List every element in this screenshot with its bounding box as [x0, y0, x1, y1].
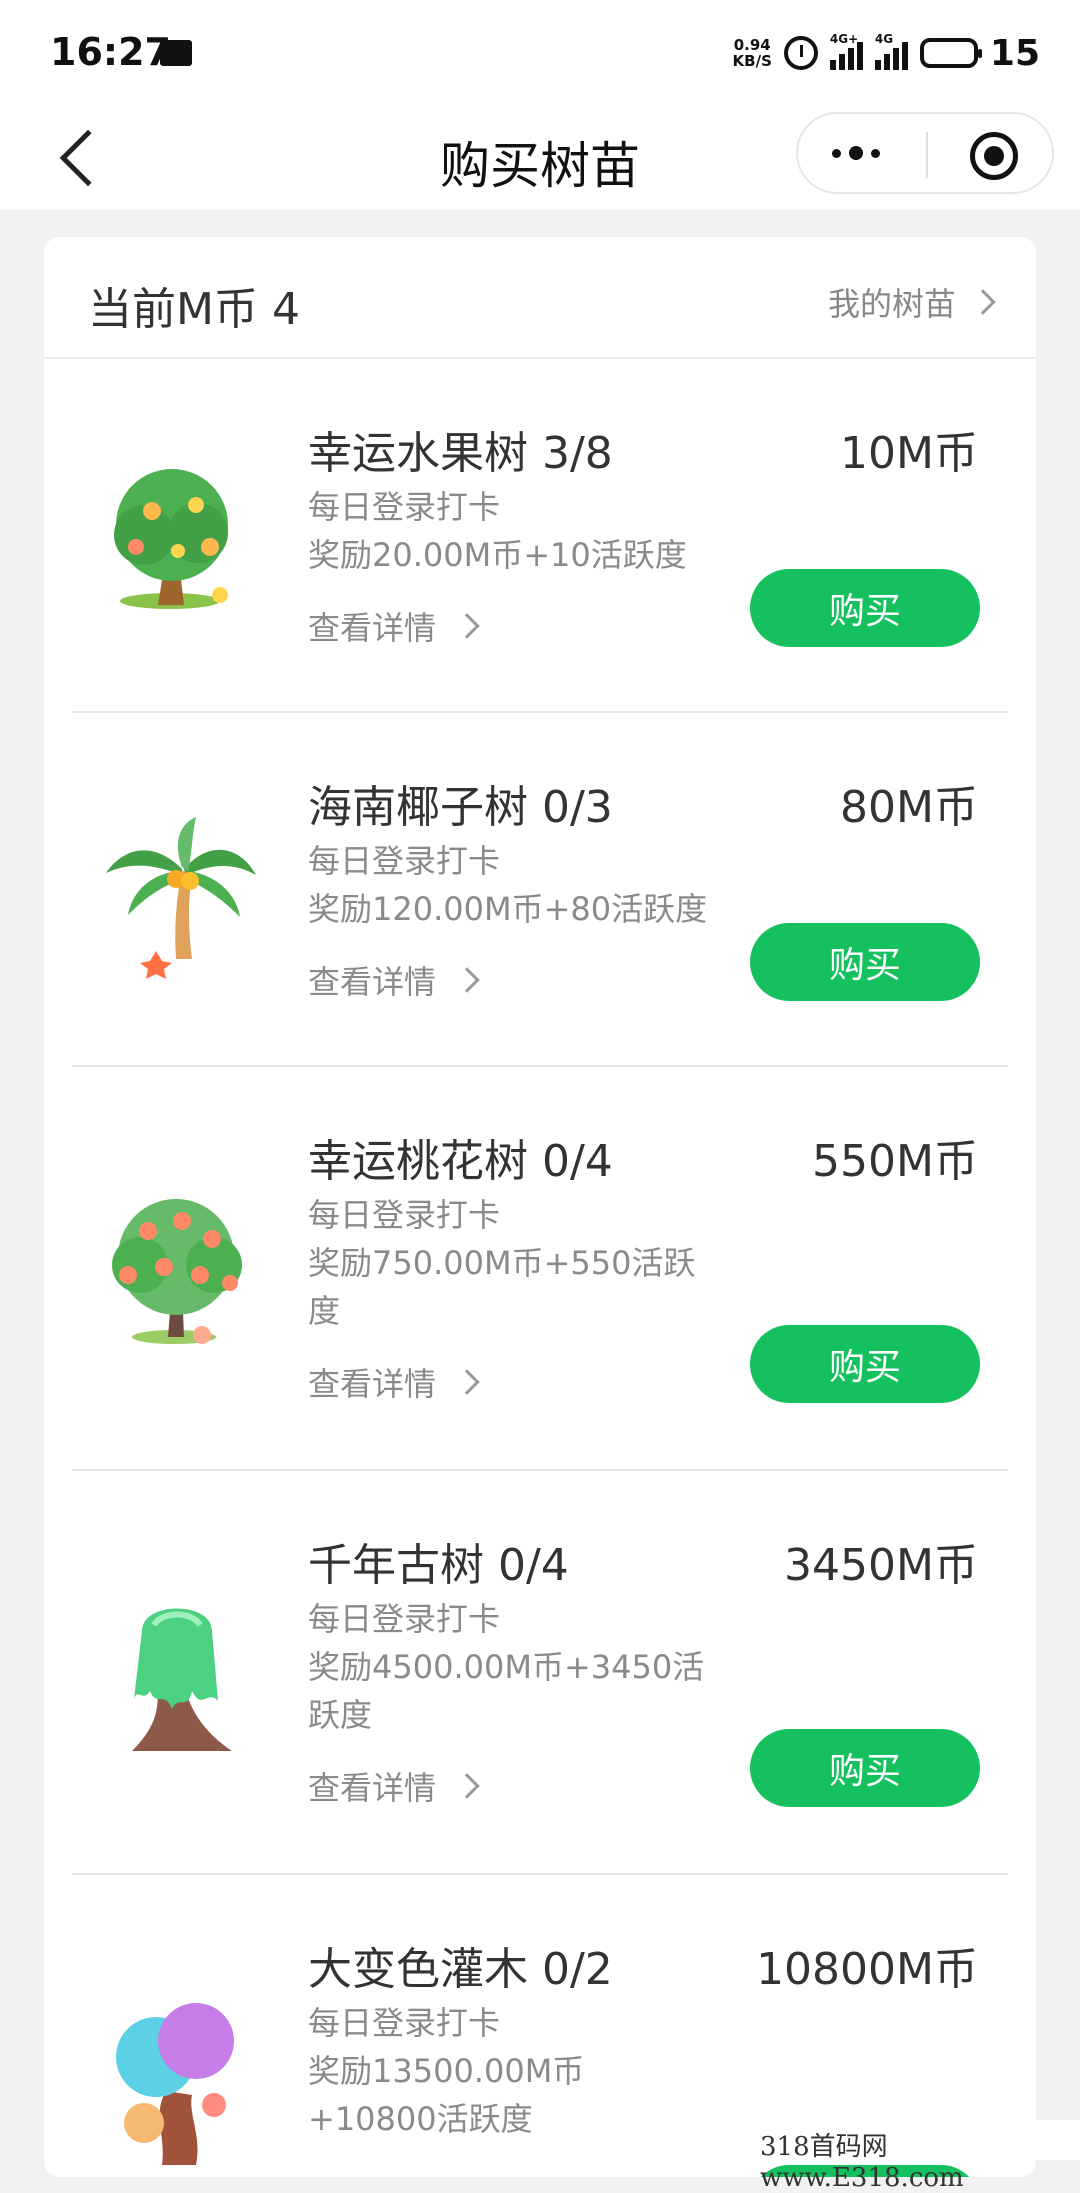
coconut-tree-icon [92, 809, 262, 979]
item-desc-line2: 奖励20.00M币+10活跃度 [308, 531, 708, 579]
alarm-icon [784, 36, 818, 70]
battery-icon [920, 38, 978, 68]
item-desc-line1: 每日登录打卡 [308, 837, 708, 885]
more-icon[interactable] [832, 146, 880, 160]
item-desc-line1: 每日登录打卡 [308, 483, 708, 531]
capsule-divider [926, 132, 928, 178]
ancient-tree-icon [92, 1591, 262, 1761]
item-desc: 每日登录打卡 奖励120.00M币+80活跃度 [308, 837, 708, 933]
item-price: 3450M币 [784, 1529, 978, 1593]
view-details-link[interactable]: 查看详情 [308, 1359, 476, 1405]
item-name: 大变色灌木 0/2 [308, 1933, 613, 1997]
chevron-right-icon [454, 1773, 479, 1798]
status-time: 16:27 [50, 30, 171, 74]
item-desc-line1: 每日登录打卡 [308, 1595, 708, 1643]
item-desc-line2: 奖励750.00M币+550活跃度 [308, 1239, 708, 1335]
list-item: 千年古树 0/4 3450M币 每日登录打卡 奖励4500.00M币+3450活… [72, 1471, 1008, 1875]
gallery-icon [160, 40, 192, 66]
list-item: 幸运桃花树 0/4 550M币 每日登录打卡 奖励750.00M币+550活跃度… [72, 1067, 1008, 1471]
view-details-label: 查看详情 [308, 1763, 436, 1809]
item-name: 幸运桃花树 0/4 [308, 1125, 613, 1189]
my-trees-link[interactable]: 我的树苗 [828, 279, 992, 325]
chevron-right-icon [454, 613, 479, 638]
item-desc: 每日登录打卡 奖励4500.00M币+3450活跃度 [308, 1595, 708, 1739]
miniprogram-capsule [796, 112, 1054, 194]
status-bar: 16:27 0.94 KB/S 4G+ 4G 15 [0, 0, 1080, 104]
list-item: 海南椰子树 0/3 80M币 每日登录打卡 奖励120.00M币+80活跃度 查… [72, 713, 1008, 1067]
signal-icon: 4G [875, 36, 908, 70]
chevron-right-icon [454, 967, 479, 992]
fruit-tree-icon [92, 455, 262, 625]
item-price: 80M币 [840, 771, 978, 835]
tree-shop-card: 当前M币 4 我的树苗 幸运水果树 3/8 10M币 每日登录打卡 奖励20.0… [44, 237, 1036, 2177]
color-shrub-icon [92, 1995, 262, 2165]
list-item: 幸运水果树 3/8 10M币 每日登录打卡 奖励20.00M币+10活跃度 查看… [72, 359, 1008, 713]
chevron-right-icon [970, 289, 995, 314]
current-coins: 当前M币 4 [88, 273, 300, 337]
item-desc: 每日登录打卡 奖励20.00M币+10活跃度 [308, 483, 708, 579]
item-desc: 每日登录打卡 奖励750.00M币+550活跃度 [308, 1191, 708, 1335]
item-desc: 每日登录打卡 奖励13500.00M币+10800活跃度 [308, 1999, 708, 2143]
view-details-label: 查看详情 [308, 1359, 436, 1405]
view-details-label: 查看详情 [308, 603, 436, 649]
status-icons: 0.94 KB/S 4G+ 4G 15 [733, 28, 1040, 78]
buy-button[interactable]: 购买 [750, 1729, 980, 1807]
view-details-link[interactable]: 查看详情 [308, 603, 476, 649]
signal-label: 4G+ [830, 32, 858, 46]
item-desc-line2: 奖励4500.00M币+3450活跃度 [308, 1643, 708, 1739]
item-desc-line1: 每日登录打卡 [308, 1191, 708, 1239]
item-price: 10M币 [840, 417, 978, 481]
item-price: 10800M币 [756, 1933, 978, 1997]
buy-button[interactable]: 购买 [750, 923, 980, 1001]
coin-header: 当前M币 4 我的树苗 [44, 237, 1036, 359]
close-target-icon[interactable] [970, 132, 1018, 180]
buy-button[interactable]: 购买 [750, 569, 980, 647]
item-desc-line1: 每日登录打卡 [308, 1999, 708, 2047]
item-name: 幸运水果树 3/8 [308, 417, 613, 481]
signal-label: 4G [875, 32, 893, 46]
net-speed: 0.94 KB/S [733, 37, 772, 69]
my-trees-label: 我的树苗 [828, 279, 956, 325]
nav-bar: 购买树苗 [0, 104, 1080, 210]
chevron-right-icon [454, 1369, 479, 1394]
item-name: 海南椰子树 0/3 [308, 771, 613, 835]
item-price: 550M币 [812, 1125, 978, 1189]
item-desc-line2: 奖励13500.00M币+10800活跃度 [308, 2047, 708, 2143]
peach-tree-icon [92, 1187, 262, 1357]
buy-button[interactable]: 购买 [750, 1325, 980, 1403]
view-details-link[interactable]: 查看详情 [308, 1763, 476, 1809]
item-name: 千年古树 0/4 [308, 1529, 569, 1593]
view-details-link[interactable]: 查看详情 [308, 957, 476, 1003]
battery-level: 15 [990, 33, 1040, 74]
watermark: 318首码网 www.E318.com [750, 2120, 1080, 2160]
signal-icon: 4G+ [830, 36, 863, 70]
item-desc-line2: 奖励120.00M币+80活跃度 [308, 885, 708, 933]
view-details-label: 查看详情 [308, 957, 436, 1003]
